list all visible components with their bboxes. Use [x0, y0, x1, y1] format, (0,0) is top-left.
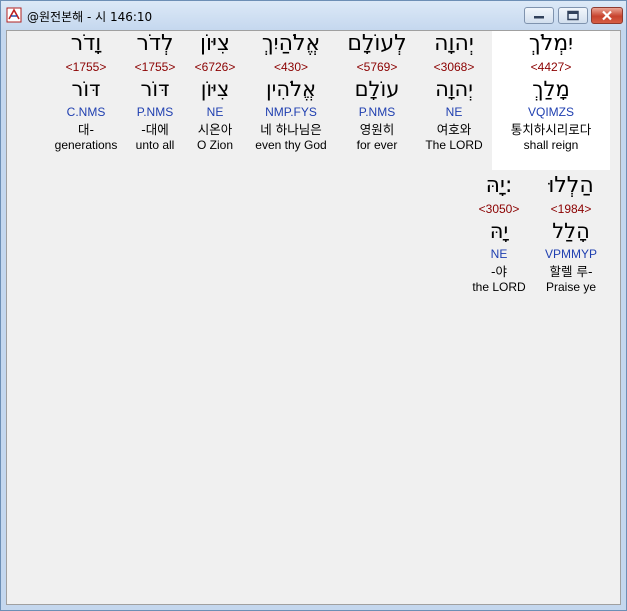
- english-gloss: shall reign: [523, 138, 579, 152]
- korean-gloss: -야: [490, 264, 507, 279]
- parsing-code[interactable]: NMP.FYS: [247, 105, 335, 119]
- hebrew-word: צִיּוֹן: [200, 31, 230, 56]
- word-column[interactable]: יְהוָה <3068> יְהוָה NE 여호와 The LORD: [416, 31, 492, 153]
- strong-number[interactable]: <3050>: [465, 202, 533, 216]
- lemma-word: מָלַךְ: [532, 77, 570, 101]
- english-gloss: unto all: [135, 138, 175, 152]
- hebrew-word: אֱלֹהַיִךְ: [261, 31, 321, 56]
- maximize-icon: [567, 10, 579, 21]
- lemma-word: יְהוָה: [435, 77, 473, 101]
- strong-number[interactable]: <6726>: [187, 60, 243, 74]
- title-bar[interactable]: @원전본해 - 시 146:10: [1, 1, 626, 29]
- parsing-code[interactable]: VQIMZS: [492, 105, 610, 119]
- english-gloss: for ever: [356, 138, 398, 152]
- close-button[interactable]: [591, 7, 623, 24]
- word-column[interactable]: וָדֹר <1755> דּוֹר C.NMS 대- generations: [49, 31, 123, 153]
- maximize-button[interactable]: [558, 7, 588, 24]
- lemma-word: יָהּ: [489, 219, 509, 243]
- interlinear-pane[interactable]: יִמְלֹךְ <4427> מָלַךְ VQIMZS 통치하시리로다 sh…: [6, 30, 621, 605]
- english-gloss: even thy God: [255, 138, 327, 152]
- word-column[interactable]: לְדֹר <1755> דּוֹר P.NMS -대에 unto all: [127, 31, 183, 153]
- hebrew-word: יִמְלֹךְ: [528, 31, 574, 56]
- strong-number[interactable]: <1984>: [533, 202, 609, 216]
- korean-gloss: 영원히: [359, 122, 395, 137]
- minimize-button[interactable]: [524, 7, 554, 24]
- strong-number[interactable]: <4427>: [492, 60, 610, 74]
- english-gloss: Praise ye: [545, 280, 597, 294]
- korean-gloss: 통치하시리로다: [510, 122, 592, 137]
- hebrew-word: וָדֹר: [70, 31, 102, 56]
- korean-gloss: -대에: [141, 122, 169, 137]
- parsing-code[interactable]: VPMMYP: [533, 247, 609, 261]
- lemma-word: דּוֹר: [140, 77, 170, 101]
- korean-gloss: 할렐 루-: [549, 264, 593, 279]
- strong-number[interactable]: <1755>: [49, 60, 123, 74]
- strong-number[interactable]: <430>: [247, 60, 335, 74]
- word-column[interactable]: יָהּ: <3050> יָהּ NE -야 the LORD: [465, 173, 533, 295]
- lemma-word: צִיּוֹן: [200, 77, 230, 101]
- word-column[interactable]: צִיּוֹן <6726> צִיּוֹן NE 시온아 O Zion: [187, 31, 243, 153]
- lemma-word: אֱלֹהִין: [265, 77, 317, 101]
- parsing-code[interactable]: P.NMS: [127, 105, 183, 119]
- lemma-word: עוֹלָם: [354, 77, 400, 101]
- parsing-code[interactable]: NE: [416, 105, 492, 119]
- word-column[interactable]: יִמְלֹךְ <4427> מָלַךְ VQIMZS 통치하시리로다 sh…: [492, 31, 610, 170]
- lemma-word: הָלַל: [552, 219, 590, 243]
- app-window: @원전본해 - 시 146:10 יִמְלֹךְ <4427> מָלַךְ …: [0, 0, 627, 611]
- word-column[interactable]: לְעוֹלָם <5769> עוֹלָם P.NMS 영원히 for eve…: [340, 31, 414, 153]
- parsing-code[interactable]: P.NMS: [340, 105, 414, 119]
- english-gloss: the LORD: [472, 280, 526, 294]
- parsing-code[interactable]: NE: [465, 247, 533, 261]
- word-column[interactable]: אֱלֹהַיִךְ <430> אֱלֹהִין NMP.FYS 네 하나님은…: [247, 31, 335, 153]
- hebrew-word: לְעוֹלָם: [347, 31, 407, 56]
- strong-number[interactable]: <3068>: [416, 60, 492, 74]
- hebrew-word: יָהּ:: [485, 173, 513, 198]
- english-gloss: generations: [54, 138, 118, 152]
- english-gloss: O Zion: [196, 138, 233, 152]
- korean-gloss: 네 하나님은: [260, 122, 322, 137]
- close-icon: [602, 10, 612, 21]
- lemma-word: דּוֹר: [71, 77, 101, 101]
- word-column[interactable]: הַלְלוּ <1984> הָלַל VPMMYP 할렐 루- Praise…: [533, 173, 609, 295]
- hebrew-word: הַלְלוּ: [548, 173, 594, 198]
- korean-gloss: 여호와: [436, 122, 472, 137]
- korean-gloss: 시온아: [197, 122, 233, 137]
- hebrew-word: לְדֹר: [136, 31, 174, 56]
- window-title: @원전본해 - 시 146:10: [27, 10, 153, 24]
- korean-gloss: 대-: [77, 122, 94, 137]
- app-logo-icon: [6, 7, 22, 23]
- english-gloss: The LORD: [425, 138, 483, 152]
- hebrew-word: יְהוָה: [434, 31, 474, 56]
- strong-number[interactable]: <5769>: [340, 60, 414, 74]
- parsing-code[interactable]: NE: [187, 105, 243, 119]
- strong-number[interactable]: <1755>: [127, 60, 183, 74]
- parsing-code[interactable]: C.NMS: [49, 105, 123, 119]
- minimize-icon: [534, 16, 544, 19]
